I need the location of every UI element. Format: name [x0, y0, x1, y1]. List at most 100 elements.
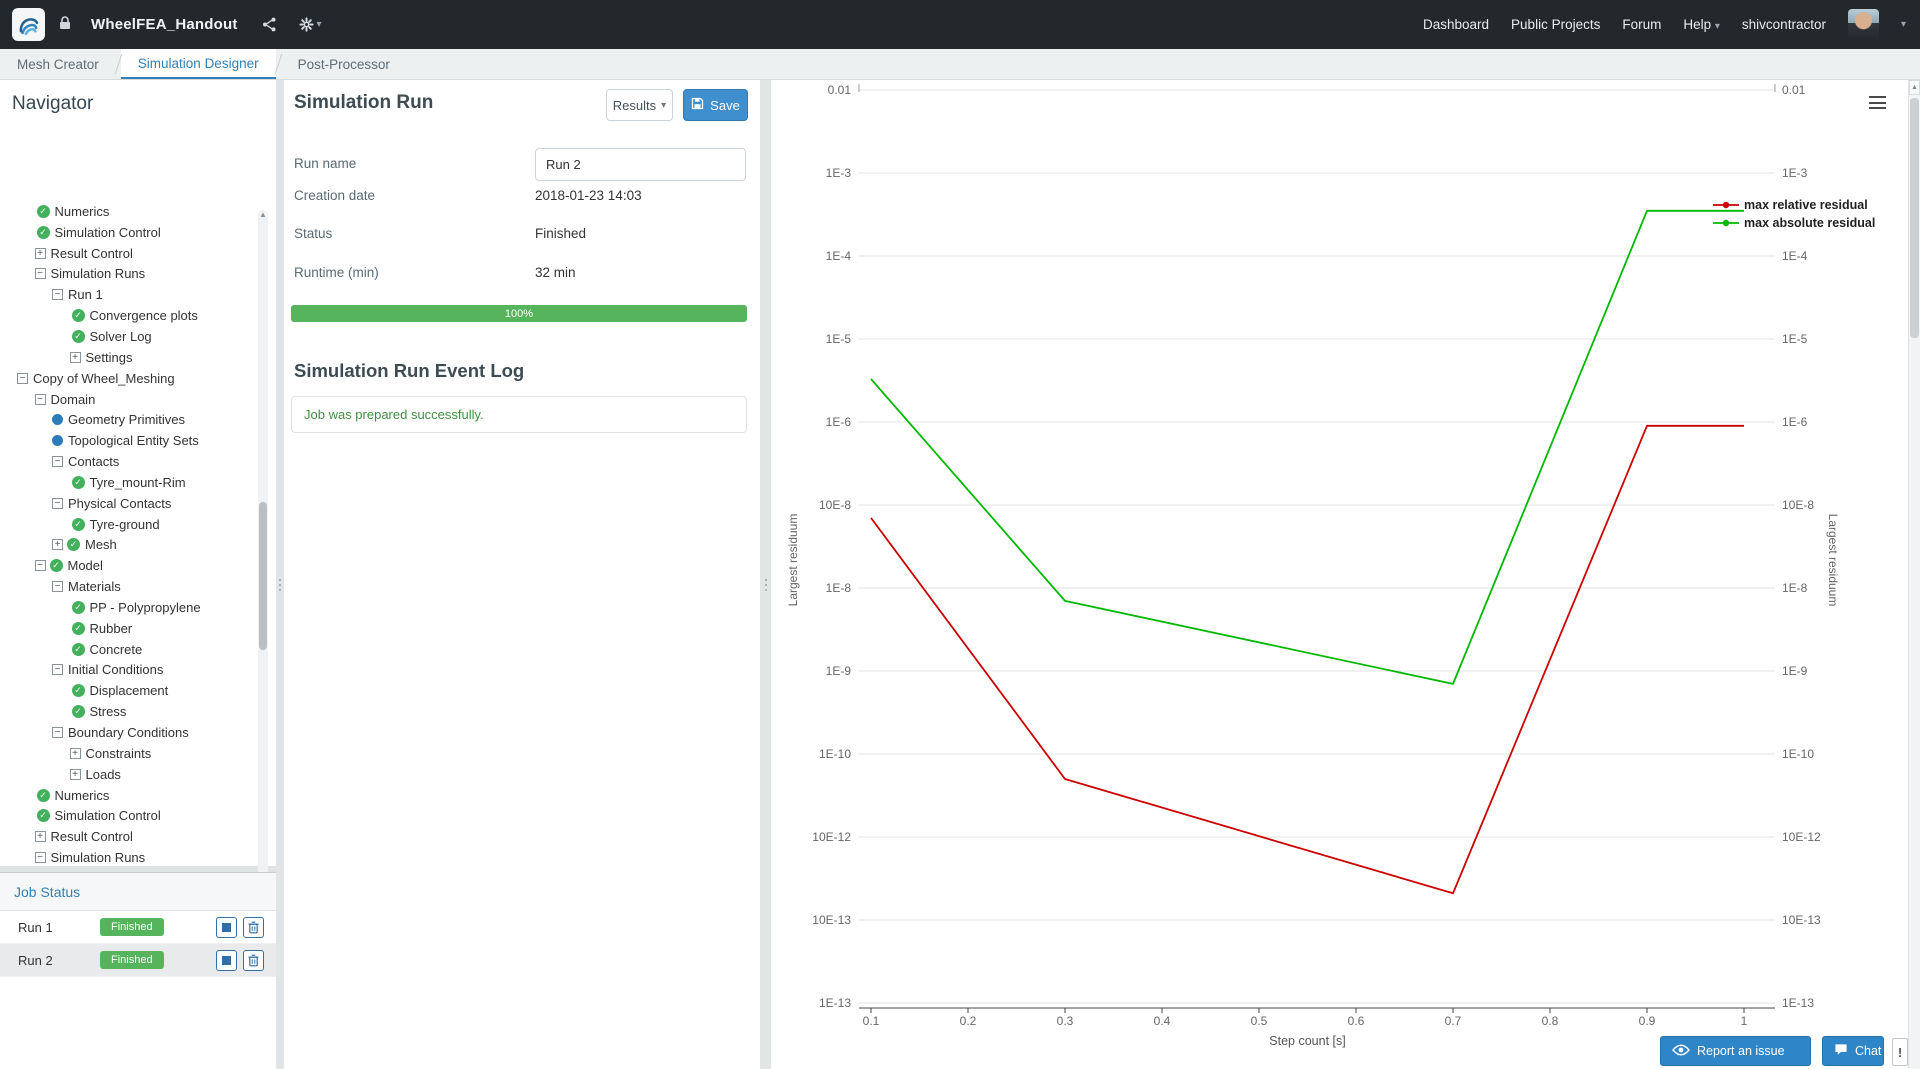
expand-plus-icon[interactable]: +: [52, 539, 63, 551]
axis-tick-label: 1E-10: [819, 747, 851, 761]
collapse-minus-icon[interactable]: −: [34, 560, 46, 572]
tab-post-processor[interactable]: Post-Processor: [281, 49, 407, 79]
tree-item-model[interactable]: − ✓ Model: [0, 555, 276, 576]
tree-item-loads[interactable]: + Loads: [0, 764, 276, 785]
tree-item-contacts[interactable]: − Contacts: [0, 451, 276, 472]
tree-item-simulation-control[interactable]: ✓ Simulation Control: [0, 805, 276, 826]
tree-item-label: Geometry Primitives: [68, 412, 186, 428]
status-label: Status: [294, 226, 333, 241]
expand-plus-icon[interactable]: +: [34, 247, 46, 259]
tree-item-label: Result Control: [50, 829, 133, 845]
tree-item-tyre-ground[interactable]: ✓ Tyre-ground: [0, 514, 276, 535]
collapse-minus-icon[interactable]: −: [52, 497, 63, 509]
app-logo-icon[interactable]: [12, 8, 45, 41]
tree-item-numerics[interactable]: ✓ Numerics: [0, 204, 276, 222]
tree-item-result-control[interactable]: + Result Control: [0, 243, 276, 264]
expand-plus-icon[interactable]: +: [69, 768, 81, 780]
stop-job-button[interactable]: [216, 949, 237, 971]
collapse-minus-icon[interactable]: −: [52, 456, 63, 468]
tree-item-tyre-mount-rim[interactable]: ✓ Tyre_mount-Rim: [0, 472, 276, 493]
share-icon[interactable]: [262, 17, 277, 32]
expand-plus-icon[interactable]: +: [69, 351, 81, 363]
collapse-minus-icon[interactable]: −: [34, 393, 46, 405]
nav-link-dashboard[interactable]: Dashboard: [1423, 17, 1489, 32]
tree-item-mesh[interactable]: + ✓ Mesh: [0, 535, 276, 556]
nav-link-help[interactable]: Help ▾: [1683, 17, 1720, 32]
tree-item-solver-log[interactable]: ✓ Solver Log: [0, 326, 276, 347]
expand-plus-icon[interactable]: +: [69, 747, 81, 759]
axis-tick-label: 1: [1741, 1014, 1748, 1028]
tree-item-label: Convergence plots: [89, 308, 198, 324]
tree-item-stress[interactable]: ✓ Stress: [0, 701, 276, 722]
results-dropdown-button[interactable]: Results ▾: [606, 89, 673, 121]
chat-button[interactable]: Chat: [1822, 1036, 1884, 1066]
user-menu-caret-icon[interactable]: ▾: [1901, 19, 1906, 30]
lock-icon[interactable]: [59, 15, 71, 35]
collapse-minus-icon[interactable]: −: [52, 581, 63, 593]
job-row-run-2[interactable]: Run 2 Finished: [0, 944, 276, 977]
convergence-plot-panel: 0.01 0.01 1E-3 1E-3 1E-4 1E-4 1E-5 1E-5 1E-6 1E-6…: [771, 80, 1920, 1069]
navigator-scrollbar[interactable]: ▲ ▼: [258, 210, 268, 943]
collapse-minus-icon[interactable]: −: [34, 852, 46, 864]
tree-item-pp-polypropylene[interactable]: ✓ PP - Polypropylene: [0, 597, 276, 618]
job-row-run-1[interactable]: Run 1 Finished: [0, 911, 276, 944]
delete-job-button[interactable]: [243, 949, 264, 971]
report-issue-button[interactable]: Report an issue: [1660, 1036, 1811, 1066]
tree-item-rubber[interactable]: ✓ Rubber: [0, 618, 276, 639]
axis-tick-label: 1E-6: [826, 415, 852, 429]
tree-item-label: Tyre_mount-Rim: [89, 474, 186, 490]
settings-gear-icon[interactable]: ▾: [298, 17, 322, 32]
tree-item-copy-of-wheel-meshing[interactable]: − Copy of Wheel_Meshing: [0, 368, 276, 389]
axis-tick-label: 0.9: [1639, 1014, 1656, 1028]
collapse-minus-icon[interactable]: −: [52, 289, 63, 301]
tree-item-run-1[interactable]: − Run 1: [0, 284, 276, 305]
nav-link-forum[interactable]: Forum: [1622, 17, 1661, 32]
stop-job-button[interactable]: [216, 916, 237, 938]
collapse-minus-icon[interactable]: −: [52, 727, 63, 739]
tree-item-result-control[interactable]: + Result Control: [0, 826, 276, 847]
notification-badge[interactable]: !: [1892, 1038, 1908, 1066]
page-scrollbar-thumb[interactable]: [1910, 98, 1919, 338]
tree-item-materials[interactable]: − Materials: [0, 576, 276, 597]
navigator-scrollbar-thumb[interactable]: [259, 502, 267, 650]
tree-item-geometry-primitives[interactable]: Geometry Primitives: [0, 409, 276, 430]
tree-item-constraints[interactable]: + Constraints: [0, 743, 276, 764]
panel-resize-handle-left[interactable]: [276, 80, 284, 1069]
collapse-minus-icon[interactable]: −: [52, 664, 63, 676]
tab-mesh-creator[interactable]: Mesh Creator: [0, 49, 116, 79]
tree-item-simulation-control[interactable]: ✓ Simulation Control: [0, 222, 276, 243]
axis-tick-label: 10E-12: [1782, 830, 1821, 844]
tree-item-boundary-conditions[interactable]: − Boundary Conditions: [0, 722, 276, 743]
tree-item-simulation-runs[interactable]: − Simulation Runs: [0, 847, 276, 868]
scroll-up-icon[interactable]: ▲: [1909, 80, 1920, 95]
tree-item-initial-conditions[interactable]: − Initial Conditions: [0, 660, 276, 681]
status-check-icon: ✓: [36, 809, 50, 823]
job-status-badge: Finished: [100, 918, 164, 936]
tree-item-label: Solver Log: [89, 328, 152, 344]
tree-item-physical-contacts[interactable]: − Physical Contacts: [0, 493, 276, 514]
nav-link-public-projects[interactable]: Public Projects: [1511, 17, 1600, 32]
expand-plus-icon[interactable]: +: [34, 831, 46, 843]
tab-simulation-designer[interactable]: Simulation Designer: [120, 49, 276, 79]
run-name-input[interactable]: [535, 148, 746, 181]
collapse-minus-icon[interactable]: −: [17, 372, 28, 384]
scroll-up-icon[interactable]: ▲: [258, 210, 268, 220]
tree-item-simulation-runs[interactable]: − Simulation Runs: [0, 264, 276, 285]
tree-item-topological-entity-sets[interactable]: Topological Entity Sets: [0, 430, 276, 451]
tree-item-displacement[interactable]: ✓ Displacement: [0, 680, 276, 701]
delete-job-button[interactable]: [243, 916, 264, 938]
tree-item-convergence-plots[interactable]: ✓ Convergence plots: [0, 305, 276, 326]
tree-item-numerics[interactable]: ✓ Numerics: [0, 785, 276, 806]
navigator-panel: Navigator ✓ Numerics ✓ Simulation Control + R…: [0, 80, 276, 946]
page-scrollbar[interactable]: ▲: [1908, 80, 1920, 1069]
tree-item-settings[interactable]: + Settings: [0, 347, 276, 368]
panel-resize-handle-right[interactable]: [760, 80, 771, 1069]
user-avatar[interactable]: [1847, 9, 1879, 40]
save-button[interactable]: Save: [683, 89, 748, 121]
username-label[interactable]: shivcontractor: [1742, 17, 1826, 32]
chart-menu-icon[interactable]: [1869, 96, 1886, 109]
collapse-minus-icon[interactable]: −: [34, 268, 46, 280]
report-issue-eye-icon: [1672, 1044, 1690, 1059]
tree-item-concrete[interactable]: ✓ Concrete: [0, 639, 276, 660]
tree-item-domain[interactable]: − Domain: [0, 389, 276, 410]
